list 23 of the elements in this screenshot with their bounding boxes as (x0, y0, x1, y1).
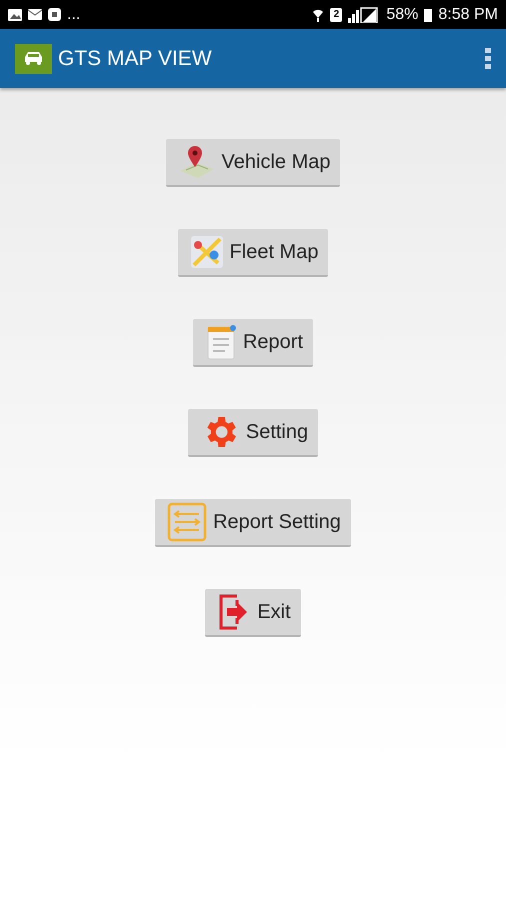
signal-icon (348, 6, 380, 22)
report-icon (204, 324, 237, 360)
notification-overflow: ... (67, 6, 80, 24)
setting-button[interactable]: Setting (188, 409, 318, 457)
wifi-icon (312, 8, 324, 22)
mail-icon (28, 9, 42, 20)
app-icon (48, 8, 61, 21)
vehicle-map-button[interactable]: Vehicle Map (166, 139, 340, 187)
sim-badge: 2 (330, 8, 342, 22)
fleet-map-button[interactable]: Fleet Map (178, 229, 328, 277)
battery-icon (424, 8, 432, 22)
image-icon (8, 8, 22, 20)
more-menu-icon[interactable] (484, 46, 492, 70)
battery-percent: 58% (386, 6, 418, 24)
map-pin-icon (178, 145, 216, 179)
report-button[interactable]: Report (192, 319, 314, 367)
clock: 8:58 PM (438, 6, 498, 24)
sliders-icon (167, 502, 208, 542)
exit-button[interactable]: Exit (205, 589, 301, 637)
map-route-icon (190, 235, 224, 269)
app-title: GTS MAP VIEW (58, 46, 213, 70)
report-setting-button[interactable]: Report Setting (155, 499, 351, 547)
car-logo-icon (15, 44, 52, 74)
